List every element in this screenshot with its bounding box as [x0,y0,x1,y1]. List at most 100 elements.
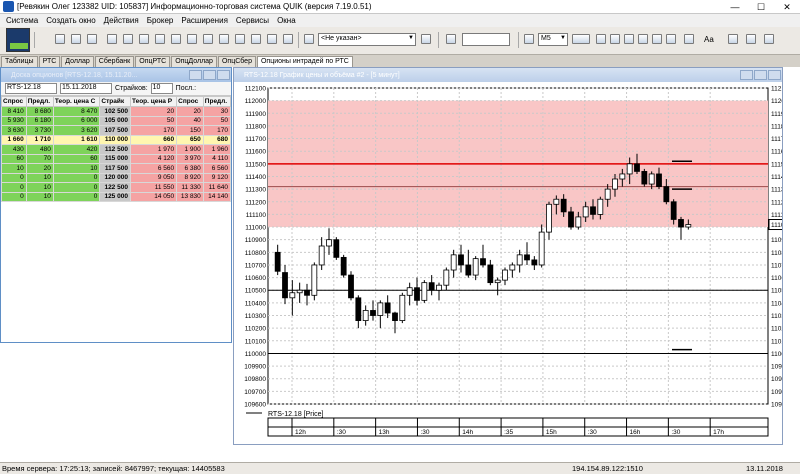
color-tool-icon[interactable] [728,34,738,44]
pointer-tool-icon[interactable] [666,34,676,44]
tab-rts[interactable]: РТС [38,56,61,67]
table-row[interactable]: 60 70 60 115 000 4 120 3 970 4 110 [1,153,232,164]
column-header[interactable]: Спрос [176,96,204,107]
chevron-down-icon[interactable]: ▼ [408,35,414,41]
y-tick-label-left: 112100 [245,86,267,93]
close-button[interactable]: ✕ [774,0,800,14]
tab-opt-rts[interactable]: ОпцРТС [135,56,171,67]
bar-chart-icon[interactable] [524,34,534,44]
table-row[interactable]: 3 630 3 730 3 620 107 500 170 150 170 [1,125,232,136]
y-tick-label-right: 111700 [771,136,782,143]
expiry-value: 15.11.2018 [62,84,97,91]
column-header[interactable]: Страйк [99,96,131,107]
y-tick-label-left: 110100 [245,338,267,345]
tab-opt-sber[interactable]: ОпцСбер [217,56,256,67]
maximize-button[interactable] [203,70,216,80]
table-row[interactable]: 0 10 0 122 500 11 550 11 330 11 640 [1,182,232,193]
minimize-button[interactable] [740,70,753,80]
column-header[interactable]: Предл. [25,96,54,107]
candle-body [326,239,332,247]
options-board-title-bar[interactable]: Доска опционов [RTS-12.18, 15.11.20... [1,68,231,82]
chevron-down-icon[interactable]: ▼ [560,35,566,41]
base-asset-combo[interactable]: RTS-12.18 [5,83,57,94]
table-cell: 170 [202,125,232,136]
portfolio-icon[interactable] [155,34,165,44]
settings-icon[interactable] [764,34,774,44]
move-icon[interactable] [596,34,606,44]
table-row[interactable]: 8 410 8 680 8 470 102 500 20 20 30 [1,106,232,117]
text-tool-label[interactable]: Aa [704,35,714,44]
price-chart[interactable]: RTS-12.18 [Price] 112100 112100 112000 1120… [234,82,782,444]
menu-extensions[interactable]: Расширения [177,16,232,25]
table-row[interactable]: 10 20 10 117 500 6 560 6 380 6 560 [1,163,232,174]
table-cell: 430 [1,144,27,155]
menu-actions[interactable]: Действия [100,16,143,25]
quotes-icon[interactable] [107,34,117,44]
menu-broker[interactable]: Брокер [143,16,178,25]
crosshair-icon[interactable] [572,34,590,44]
zoom-reset-icon[interactable] [638,34,648,44]
toolbar-separator [438,32,439,48]
table-row[interactable]: 5 930 6 180 6 000 105 000 50 40 50 [1,115,232,126]
arrow-down-icon[interactable] [283,34,293,44]
table-row[interactable]: 430 480 420 112 500 1 970 1 900 1 960 [1,144,232,155]
menu-services[interactable]: Сервисы [232,16,273,25]
chart-icon[interactable] [203,34,213,44]
tab-opt-dollar[interactable]: ОпцДоллар [171,56,217,67]
candle-body [443,269,450,286]
candle-body [590,206,596,215]
alert-icon[interactable] [219,34,229,44]
news-icon[interactable] [187,34,197,44]
lock-icon[interactable] [267,34,277,44]
rect-tool-icon[interactable] [684,34,694,44]
trades-icon[interactable] [139,34,149,44]
menu-create-window[interactable]: Создать окно [42,16,99,25]
account-combo[interactable]: <Не указан> ▼ [318,33,416,46]
account-info-icon[interactable] [421,34,431,44]
zoom-in-icon[interactable] [610,34,620,44]
limits-icon[interactable] [171,34,181,44]
y-tick-label-left: 110400 [245,300,267,307]
hand-tool-icon[interactable] [652,34,662,44]
user-icon[interactable] [304,34,314,44]
orders-icon[interactable] [123,34,133,44]
text-tool-icon[interactable] [235,34,245,44]
candle-body [663,186,670,203]
table-cell: 9 050 [129,172,178,183]
maximize-button[interactable] [754,70,767,80]
minimize-button[interactable] [189,70,202,80]
tab-intraday-options[interactable]: Опционы интрадей по РТС [256,56,353,67]
table-cell: 10 [52,163,101,174]
menu-system[interactable]: Система [2,16,42,25]
minimize-button[interactable]: — [722,0,748,14]
table-row[interactable]: 0 10 0 125 000 14 050 13 830 14 140 [1,191,232,202]
tab-sberbank[interactable]: Сбербанк [94,56,135,67]
table-row[interactable]: 0 10 0 120 000 9 050 8 920 9 120 [1,172,232,183]
table-row[interactable]: 1 660 1 710 1 610 110 000 660 650 680 [1,134,232,145]
zoom-out-icon[interactable] [624,34,634,44]
check-icon[interactable] [746,34,756,44]
close-button[interactable] [768,70,781,80]
maximize-button[interactable]: ☐ [748,0,774,14]
column-header[interactable]: Спрос [1,96,27,107]
search-input[interactable] [462,33,510,46]
column-header[interactable]: Теор. цена С [52,96,101,107]
table-cell: 1 970 [129,144,178,155]
filter-icon[interactable] [251,34,261,44]
candle-body [362,310,369,321]
tab-tables[interactable]: Таблицы [1,56,38,67]
strikes-combo[interactable]: 10 [150,83,173,94]
search-icon[interactable] [446,34,456,44]
expiry-combo[interactable]: 15.11.2018 [60,83,112,94]
menu-windows[interactable]: Окна [273,16,300,25]
column-header[interactable]: Теор. цена Р [129,96,178,107]
tab-dollar[interactable]: Доллар [61,56,94,67]
candle-body [626,163,633,175]
interval-combo[interactable]: M5 ▼ [538,33,568,46]
chart-title-bar[interactable]: RTS-12.18 График цены и объёма #2 - [5 м… [234,68,782,82]
column-header[interactable]: Предл. [202,96,232,107]
connect-icon[interactable] [55,34,65,44]
refresh-icon[interactable] [71,34,81,44]
close-button[interactable] [217,70,230,80]
table-icon[interactable] [87,34,97,44]
